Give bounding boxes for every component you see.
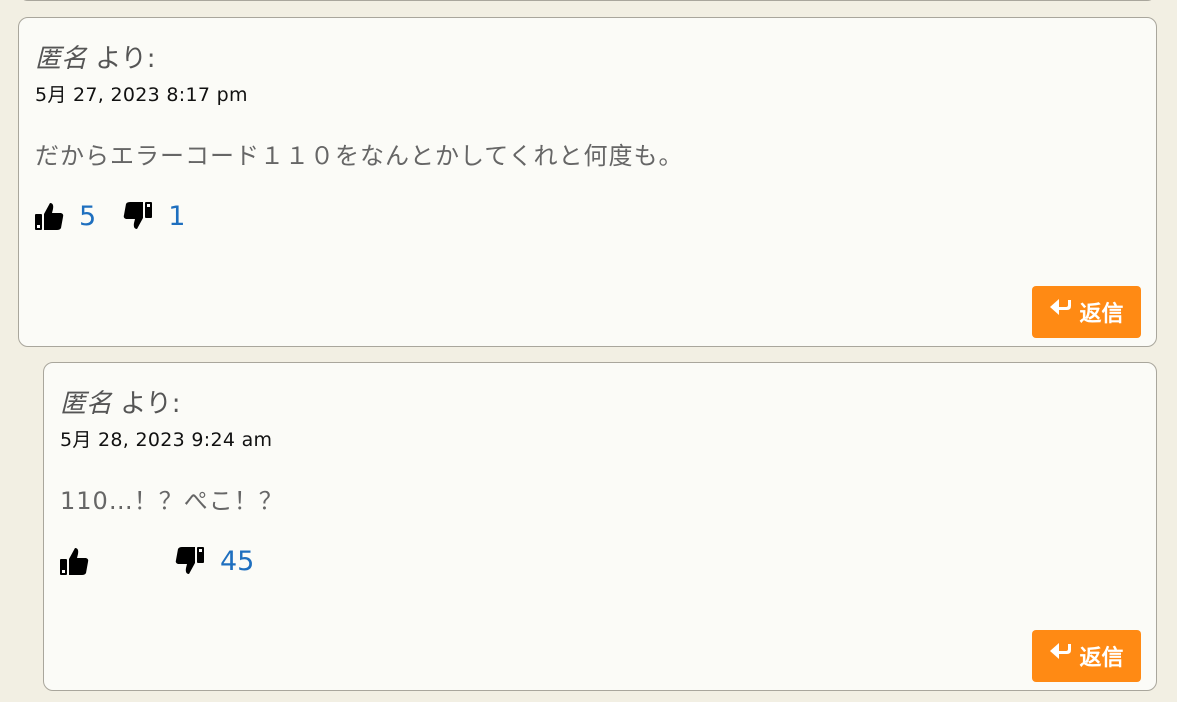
vote-bar: 5 1	[33, 198, 185, 234]
reply-comment-card: 匿名 より: 5月 28, 2023 9:24 am 110…！？ぺこ！？ 45…	[43, 362, 1157, 691]
comment-date[interactable]: 5月 27, 2023 8:17 pm	[35, 80, 248, 107]
thumbs-up-icon	[33, 200, 65, 232]
previous-comment-card	[18, 0, 1157, 1]
comment-text: だからエラーコード１１０をなんとかしてくれと何度も。	[35, 142, 684, 170]
dislike-button[interactable]: 1	[122, 200, 185, 232]
thumbs-up-icon	[58, 545, 90, 577]
reply-arrow-icon	[1049, 642, 1079, 669]
author-suffix: より:	[87, 44, 156, 74]
author-name: 匿名	[35, 44, 88, 74]
comment-author: 匿名 より:	[60, 383, 181, 420]
reply-button[interactable]: 返信	[1032, 630, 1141, 682]
thumbs-down-icon	[122, 200, 154, 232]
dislike-count: 1	[168, 200, 186, 232]
reply-button[interactable]: 返信	[1032, 286, 1141, 338]
like-button[interactable]	[58, 545, 118, 577]
dislike-button[interactable]: 45	[174, 545, 254, 577]
vote-bar: 45	[58, 543, 254, 579]
comment-author: 匿名 より:	[35, 38, 156, 75]
reply-label: 返信	[1079, 302, 1124, 327]
author-suffix: より:	[112, 389, 181, 419]
like-count: 5	[79, 200, 97, 232]
comment-date[interactable]: 5月 28, 2023 9:24 am	[60, 425, 272, 452]
like-button[interactable]: 5	[33, 200, 96, 232]
reply-arrow-icon	[1049, 298, 1079, 325]
comment-card: 匿名 より: 5月 27, 2023 8:17 pm だからエラーコード１１０を…	[18, 17, 1157, 347]
reply-label: 返信	[1079, 646, 1124, 671]
thumbs-down-icon	[174, 545, 206, 577]
author-name: 匿名	[60, 389, 113, 419]
dislike-count: 45	[220, 545, 255, 577]
comment-text: 110…！？ぺこ！？	[60, 487, 284, 515]
